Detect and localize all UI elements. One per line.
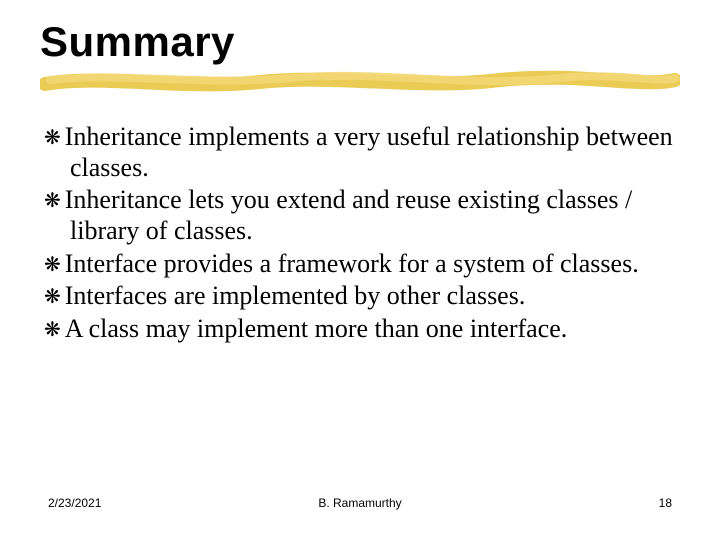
slide: Summary ❋Inheritance implements a very u… — [0, 0, 720, 540]
footer-author: B. Ramamurthy — [318, 496, 401, 510]
bullet-icon: ❋ — [44, 127, 65, 149]
bullet-text: Inheritance lets you extend and reuse ex… — [65, 185, 632, 245]
bullet-text: Interface provides a framework for a sys… — [65, 249, 639, 278]
bullet-icon: ❋ — [44, 286, 65, 308]
brush-underline-icon — [40, 66, 680, 96]
footer-page-number: 18 — [659, 496, 672, 510]
bullet-text: A class may implement more than one inte… — [65, 314, 568, 343]
bullet-text: Interfaces are implemented by other clas… — [65, 281, 526, 310]
footer-date: 2/23/2021 — [48, 496, 101, 510]
bullet-text: Inheritance implements a very useful rel… — [65, 122, 673, 182]
list-item: ❋Interfaces are implemented by other cla… — [44, 281, 680, 312]
title-underline — [40, 70, 680, 96]
list-item: ❋Inheritance lets you extend and reuse e… — [44, 185, 680, 246]
list-item: ❋Interface provides a framework for a sy… — [44, 249, 680, 280]
bullet-icon: ❋ — [44, 190, 65, 212]
list-item: ❋Inheritance implements a very useful re… — [44, 122, 680, 183]
bullet-icon: ❋ — [44, 319, 65, 341]
bullet-icon: ❋ — [44, 254, 65, 276]
list-item: ❋A class may implement more than one int… — [44, 314, 680, 345]
bullet-list: ❋Inheritance implements a very useful re… — [44, 122, 680, 345]
slide-title: Summary — [40, 18, 680, 66]
